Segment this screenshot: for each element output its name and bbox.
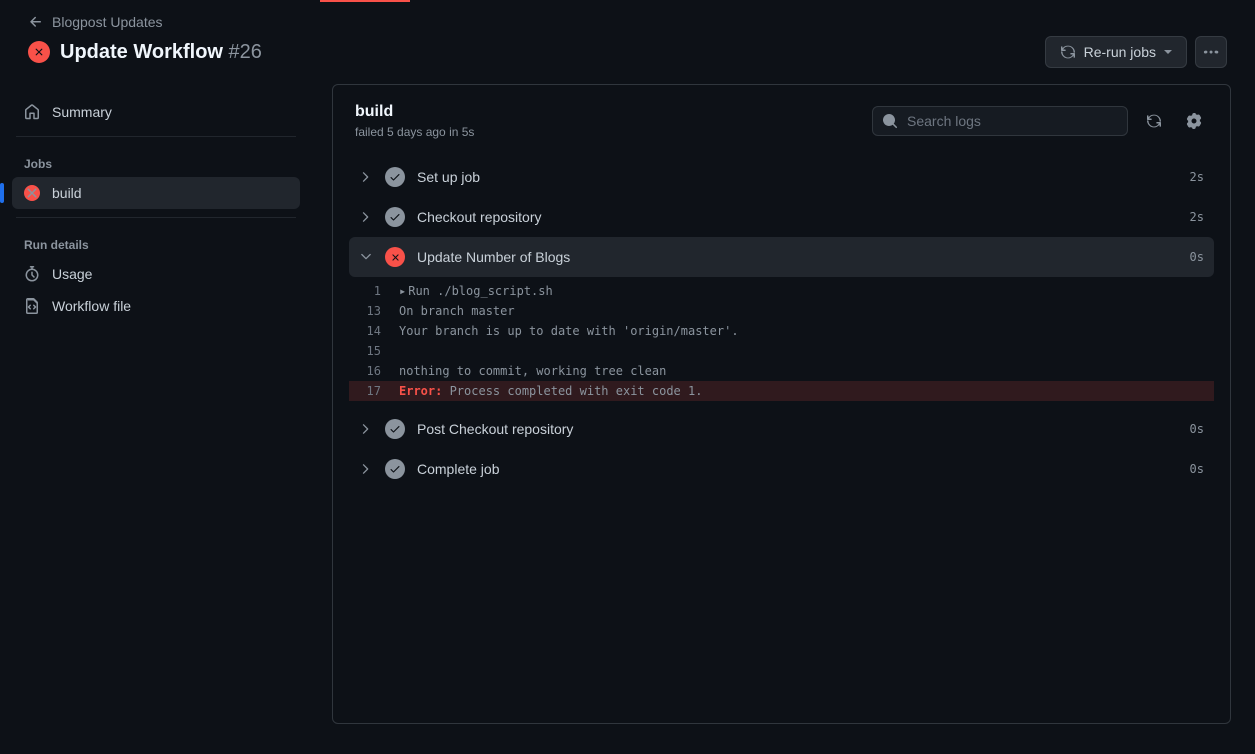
step-name: Checkout repository [417,209,1178,225]
sidebar-usage-label: Usage [52,266,92,282]
step-name: Post Checkout repository [417,421,1178,437]
step-row[interactable]: Set up job 2s [349,157,1214,197]
refresh-logs-button[interactable] [1140,107,1168,135]
file-code-icon [24,298,40,314]
log-line-number: 16 [359,361,399,381]
sidebar-summary-label: Summary [52,104,112,120]
step-name: Set up job [417,169,1178,185]
divider [16,136,296,137]
kebab-icon [1203,44,1219,60]
status-failed-icon [385,247,405,267]
step-duration: 0s [1190,250,1204,264]
log-line[interactable]: 15 [349,341,1214,361]
sidebar-workflow-file-label: Workflow file [52,298,131,314]
search-logs-input[interactable] [872,106,1128,136]
rerun-jobs-label: Re-run jobs [1084,44,1156,60]
log-output: 1▸Run ./blog_script.sh13On branch master… [349,281,1214,401]
status-success-icon [385,167,405,187]
job-panel: build failed 5 days ago in 5s S [332,84,1231,724]
step-duration: 2s [1190,210,1204,224]
log-line-text: On branch master [399,301,515,321]
step-duration: 2s [1190,170,1204,184]
status-success-icon [385,459,405,479]
sidebar-item-build[interactable]: build [12,177,300,209]
chevron-down-icon [359,252,373,262]
page-title: Update Workflow #26 [60,41,262,64]
sidebar-details-heading: Run details [12,226,300,258]
job-status-line: failed 5 days ago in 5s [355,125,474,139]
step-row[interactable]: Complete job 0s [349,449,1214,489]
gear-icon [1186,113,1202,129]
sidebar-item-summary[interactable]: Summary [12,96,300,128]
steps-list: Set up job 2s Checkout repository 2s Update … [333,153,1230,723]
sidebar-jobs-heading: Jobs [12,145,300,177]
log-line-text: nothing to commit, working tree clean [399,361,666,381]
status-success-icon [385,419,405,439]
log-line-number: 13 [359,301,399,321]
log-line-number: 17 [359,381,399,401]
sidebar-item-usage[interactable]: Usage [12,258,300,290]
job-title: build [355,103,474,121]
breadcrumb[interactable]: Blogpost Updates [28,14,1227,30]
chevron-right-icon [359,424,373,434]
log-line-number: 14 [359,321,399,341]
log-line[interactable]: 16nothing to commit, working tree clean [349,361,1214,381]
log-line-text: Your branch is up to date with 'origin/m… [399,321,739,341]
step-name: Update Number of Blogs [417,249,1178,265]
more-actions-button[interactable] [1195,36,1227,68]
step-row[interactable]: Update Number of Blogs 0s [349,237,1214,277]
sidebar-item-workflow-file[interactable]: Workflow file [12,290,300,322]
sync-icon [1146,113,1162,129]
sidebar: Summary Jobs build Run details Usage Wor… [0,84,312,748]
step-duration: 0s [1190,422,1204,436]
log-line[interactable]: 13On branch master [349,301,1214,321]
sync-icon [1060,44,1076,60]
log-line-text: Error: Process completed with exit code … [399,381,702,401]
breadcrumb-back-label: Blogpost Updates [52,14,163,30]
log-line-text: ▸Run ./blog_script.sh [399,281,553,301]
sidebar-job-label: build [52,185,82,201]
divider [16,217,296,218]
status-failed-icon [28,41,50,63]
step-row[interactable]: Checkout repository 2s [349,197,1214,237]
step-name: Complete job [417,461,1178,477]
workflow-name: Update Workflow [60,41,223,63]
home-icon [24,104,40,120]
step-row[interactable]: Post Checkout repository 0s [349,409,1214,449]
log-line[interactable]: 14Your branch is up to date with 'origin… [349,321,1214,341]
caret-down-icon [1164,50,1172,54]
status-success-icon [385,207,405,227]
arrow-left-icon [28,14,44,30]
log-line-number: 1 [359,281,399,301]
log-settings-button[interactable] [1180,107,1208,135]
log-line[interactable]: 17Error: Process completed with exit cod… [349,381,1214,401]
chevron-right-icon [359,464,373,474]
step-duration: 0s [1190,462,1204,476]
status-failed-icon [24,185,40,201]
chevron-right-icon [359,172,373,182]
search-icon [882,113,898,129]
log-line[interactable]: 1▸Run ./blog_script.sh [349,281,1214,301]
stopwatch-icon [24,266,40,282]
run-number: #26 [229,41,262,63]
rerun-jobs-button[interactable]: Re-run jobs [1045,36,1187,68]
chevron-right-icon [359,212,373,222]
log-line-number: 15 [359,341,399,361]
